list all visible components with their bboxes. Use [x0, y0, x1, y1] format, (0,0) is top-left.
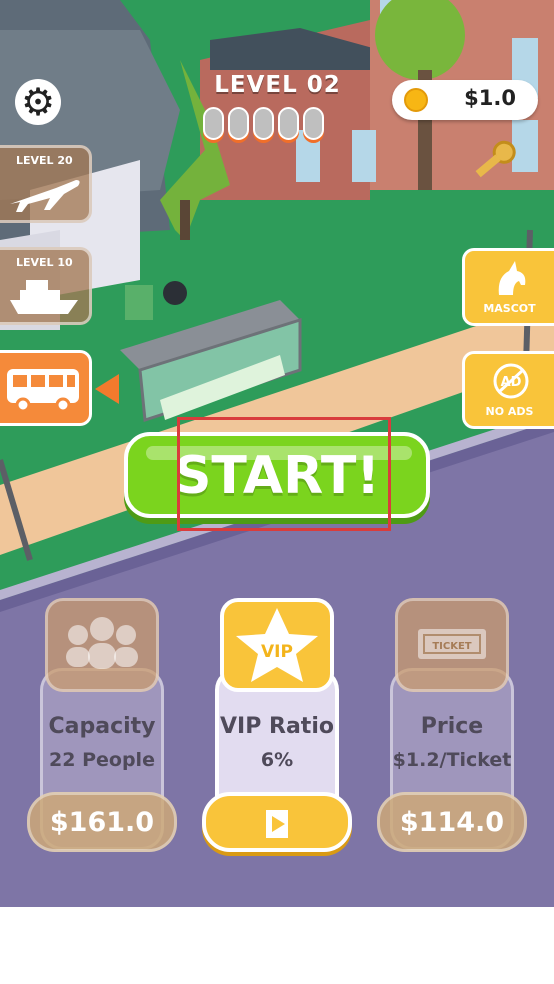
vehicle-bus-card[interactable] — [0, 350, 92, 426]
progress-pip — [253, 107, 274, 140]
ship-unlock-level: LEVEL 10 — [16, 256, 73, 269]
settings-gear-icon[interactable]: ⚙ — [15, 79, 61, 125]
ticket-icon: TICKET — [418, 629, 486, 659]
mascot-button[interactable]: MASCOT — [462, 248, 554, 326]
mascot-label: MASCOT — [483, 302, 536, 315]
people-icon — [66, 617, 138, 669]
price-icon-tile: TICKET — [395, 598, 509, 692]
capacity-title: Capacity — [48, 714, 156, 739]
level-progress — [203, 107, 324, 140]
capacity-buy-button[interactable]: $161.0 — [27, 792, 177, 852]
price-buy-button[interactable]: $114.0 — [377, 792, 527, 852]
no-ads-button[interactable]: AD NO ADS — [462, 351, 554, 429]
no-ads-label: NO ADS — [485, 405, 534, 418]
price-value: $1.2/Ticket — [392, 749, 512, 771]
ship-icon — [10, 280, 78, 314]
plane-icon — [10, 180, 80, 212]
vip-value: 6% — [260, 749, 294, 771]
highlight-box — [177, 417, 391, 531]
progress-pip — [303, 107, 324, 140]
unicorn-icon — [498, 261, 526, 295]
progress-pip — [278, 107, 299, 140]
bus-icon — [7, 369, 79, 413]
game-screen: ⚙ LEVEL 02 $1.0 LEVEL 20 LEVEL 10 MASCOT… — [0, 0, 554, 907]
vip-watch-ad-button[interactable] — [202, 792, 352, 852]
capacity-value: 22 People — [49, 749, 155, 771]
vehicle-ship-card[interactable]: LEVEL 10 — [0, 247, 92, 325]
ticket-text: TICKET — [432, 641, 471, 652]
ad-badge-text: AD — [501, 375, 522, 390]
level-title: LEVEL 02 — [214, 72, 341, 98]
no-ads-icon: AD — [493, 363, 529, 399]
vehicle-plane-card[interactable]: LEVEL 20 — [0, 145, 92, 223]
capacity-icon-tile — [45, 598, 159, 692]
coin-amount: $1.0 — [464, 86, 516, 110]
price-title: Price — [420, 714, 484, 739]
video-icon — [261, 810, 293, 838]
progress-pip — [228, 107, 249, 140]
selected-arrow-icon — [95, 374, 119, 404]
vip-badge-text: VIP — [261, 642, 293, 662]
plane-unlock-level: LEVEL 20 — [16, 154, 73, 167]
coin-icon — [404, 88, 428, 112]
vip-title: VIP Ratio — [220, 714, 334, 739]
vip-star-icon: VIP — [236, 608, 318, 682]
progress-pip — [203, 107, 224, 140]
vip-icon-tile: VIP — [220, 598, 334, 692]
coin-balance: $1.0 — [392, 80, 538, 120]
